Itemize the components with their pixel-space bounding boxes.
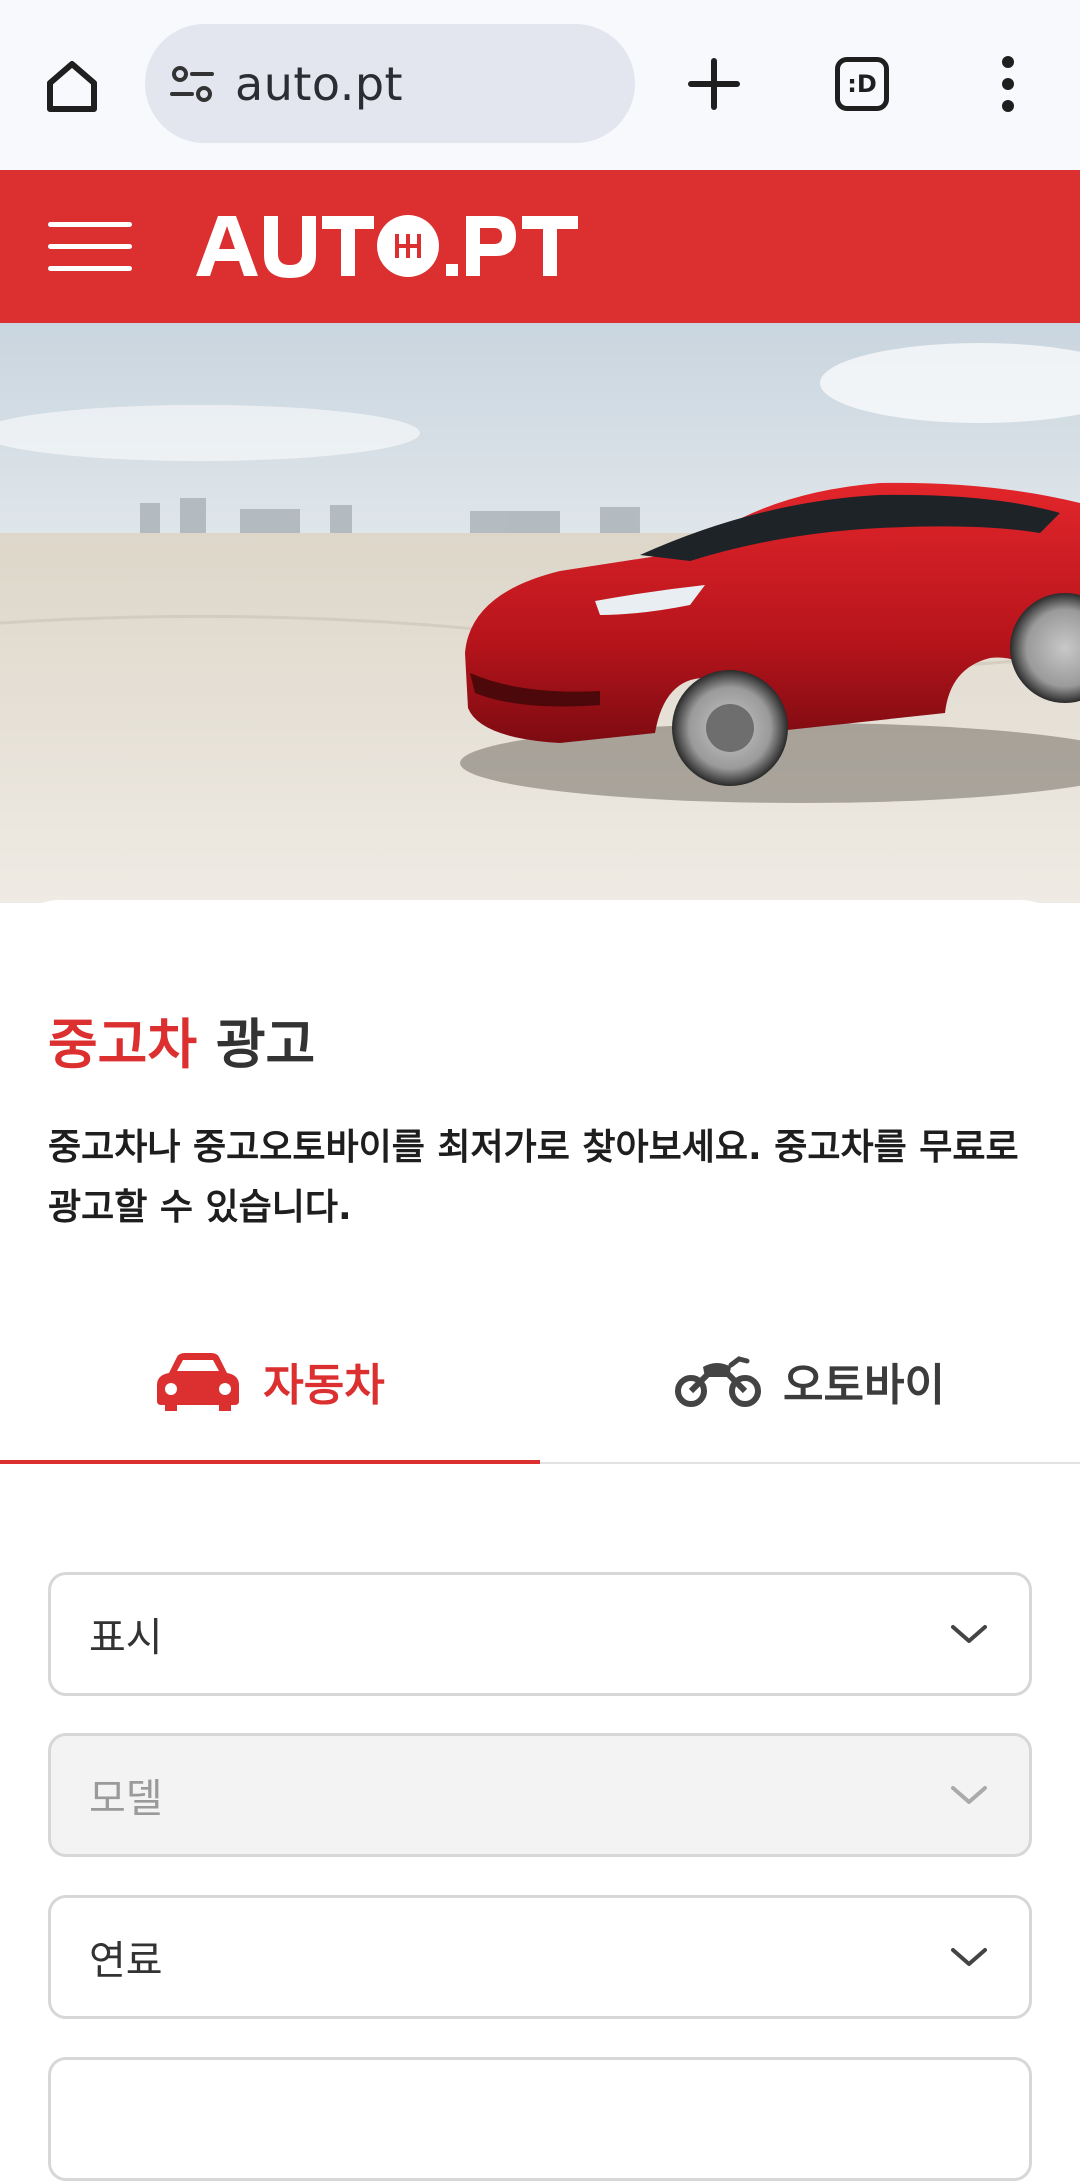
motorcycle-icon [675,1356,762,1407]
brand-select-label: 표시 [89,1615,163,1661]
home-button[interactable] [40,53,104,117]
browser-toolbar: auto.pt :D [0,0,1080,171]
tab-motorcycles-label: 오토바이 [783,1360,945,1411]
model-select-label: 모델 [89,1776,163,1822]
chevron-down-icon [951,1786,987,1804]
hamburger-menu-icon[interactable] [48,222,132,272]
url-text[interactable]: auto.pt [235,57,403,111]
browser-menu-button[interactable] [980,52,1036,116]
new-tab-button[interactable] [682,52,746,116]
fuel-select-label: 연료 [89,1938,163,1984]
page-title-accent: 중고차 [48,1013,198,1076]
tab-cars-label: 자동차 [263,1360,385,1411]
brand-select[interactable]: 표시 [48,1572,1032,1696]
more-vert-icon [1002,56,1014,112]
address-bar[interactable]: auto.pt [145,24,635,143]
active-tab-indicator [0,1460,540,1464]
chevron-down-icon [951,1625,987,1643]
tab-motorcycles[interactable]: 오토바이 [540,1300,1080,1462]
car-icon [157,1353,240,1411]
site-header [0,170,1080,323]
tab-switcher-label: :D [847,70,877,98]
page-title-rest: 광고 [197,1013,316,1076]
intro-text: 중고차나 중고오토바이를 최저가로 찾아보세요. 중고차를 무료로 광고할 수 … [48,1127,1019,1228]
tab-cars[interactable]: 자동차 [0,1300,540,1462]
plus-icon [688,58,740,110]
search-card: 중고차 광고 중고차나 중고오토바이를 최저가로 찾아보세요. 중고차를 무료로… [0,900,1080,2181]
page-title: 중고차 광고 [48,1000,315,1079]
hero-image [0,323,1080,903]
tab-switcher-button[interactable]: :D [835,57,889,111]
model-select[interactable]: 모델 [48,1733,1032,1857]
site-logo[interactable] [192,206,582,286]
next-select[interactable] [48,2057,1032,2181]
chevron-down-icon [951,1948,987,1966]
home-icon [47,61,97,112]
fuel-select[interactable]: 연료 [48,1895,1032,2019]
vehicle-type-tabs: 자동차 오토바이 [0,1300,1080,1464]
site-info-icon[interactable] [167,59,217,109]
